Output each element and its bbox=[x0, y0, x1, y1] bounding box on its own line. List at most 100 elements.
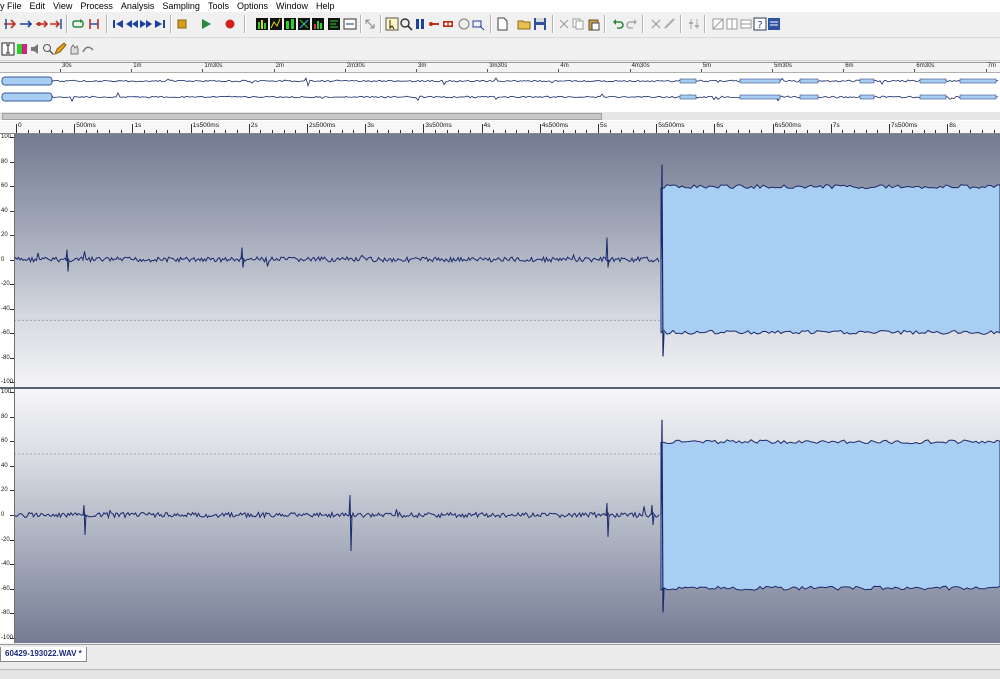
overview-loud-block bbox=[679, 94, 697, 100]
ruler-tick bbox=[423, 124, 425, 133]
time-ruler[interactable]: 0 500ms 1s 1s500ms 2s 2s500ms 3s 3s500ms 4s 4s500… bbox=[0, 121, 1000, 134]
envelope-tool-icon[interactable] bbox=[80, 41, 96, 57]
ruler-tick bbox=[714, 124, 716, 133]
overview-tick-label: 4m bbox=[560, 63, 569, 69]
ruler-label: 5s500ms bbox=[658, 122, 685, 129]
menu-item[interactable]: Process bbox=[76, 0, 117, 12]
stop-icon[interactable] bbox=[174, 16, 190, 32]
amplitude-label: 40 bbox=[1, 462, 8, 469]
overview-tick bbox=[843, 69, 845, 72]
ruler-minor-tick bbox=[493, 130, 495, 133]
ruler-minor-tick bbox=[272, 130, 273, 133]
ruler-tick bbox=[365, 124, 367, 133]
amplitude-tick bbox=[10, 161, 14, 163]
overview-panel[interactable]: 30s 1m 1m30s 2m 2m30s 3m 3m30s 4m 4m30s 5m 5m30s 6m… bbox=[0, 62, 1000, 122]
menu-item[interactable]: Sampling bbox=[158, 0, 204, 12]
ruler-minor-tick bbox=[621, 130, 623, 133]
menu-item[interactable]: Tools bbox=[204, 0, 233, 12]
ruler-minor-tick bbox=[376, 130, 378, 133]
mark-out-icon[interactable] bbox=[48, 16, 64, 32]
waveform-spike bbox=[82, 504, 87, 536]
new-file-icon[interactable] bbox=[494, 16, 510, 32]
ruler-minor-tick bbox=[632, 130, 634, 133]
overview-loud-block bbox=[799, 94, 819, 100]
mixer-icon[interactable] bbox=[686, 16, 702, 32]
play-icon[interactable] bbox=[198, 16, 214, 32]
ruler-minor-tick bbox=[982, 130, 983, 133]
ruler-minor-tick bbox=[225, 130, 227, 133]
record-marker-icon[interactable] bbox=[86, 16, 102, 32]
paste-icon[interactable] bbox=[586, 16, 602, 32]
move-right-icon[interactable] bbox=[18, 16, 34, 32]
ruler-label: 3s bbox=[367, 122, 375, 129]
waveform-spike bbox=[240, 247, 245, 268]
trim-icon[interactable] bbox=[662, 16, 678, 32]
menu-item[interactable]: y File bbox=[0, 0, 26, 12]
ruler-label: 4s500ms bbox=[541, 122, 569, 129]
amplitude-label: 60 bbox=[1, 183, 8, 189]
waveform-left bbox=[13, 164, 1000, 357]
ruler-minor-tick bbox=[586, 130, 588, 133]
channel-right[interactable]: 100 80 60 40 20 0 -20 -40 -60 -80 -100 bbox=[0, 389, 1000, 643]
record-input-icon[interactable] bbox=[440, 16, 456, 32]
waveform-quiet-section bbox=[13, 251, 660, 267]
overview-tick-label: 2m30s bbox=[346, 63, 365, 69]
overview-loud-block bbox=[799, 78, 819, 84]
snap-icon[interactable] bbox=[470, 16, 486, 32]
menu-item[interactable]: Help bbox=[312, 0, 339, 12]
record-icon[interactable] bbox=[222, 16, 238, 32]
amplitude-tick bbox=[10, 210, 14, 212]
amplitude-label: -40 bbox=[1, 305, 10, 312]
ruler-label: 1s bbox=[134, 122, 142, 129]
display-icon[interactable] bbox=[342, 16, 358, 32]
overview-loud-block bbox=[959, 94, 997, 100]
ruler-minor-tick bbox=[27, 130, 29, 133]
ruler-label: 8s bbox=[949, 122, 957, 129]
ruler-label: 3s500ms bbox=[425, 122, 452, 129]
redo-icon[interactable] bbox=[624, 16, 640, 32]
svg-text:?: ? bbox=[757, 20, 762, 31]
menu-item[interactable]: View bbox=[49, 0, 76, 12]
expand-icon[interactable] bbox=[362, 16, 378, 32]
menu-item[interactable]: Edit bbox=[26, 0, 50, 12]
open-file-icon[interactable] bbox=[516, 16, 532, 32]
waveform-quiet-section bbox=[13, 506, 660, 520]
loop-icon[interactable] bbox=[70, 16, 86, 32]
ruler-label: 0 bbox=[18, 122, 22, 129]
ruler-minor-tick bbox=[574, 130, 576, 133]
ruler-label: 4s bbox=[483, 122, 491, 129]
ruler-minor-tick bbox=[528, 130, 529, 133]
mark-in-icon[interactable] bbox=[2, 16, 18, 32]
ruler-tick bbox=[132, 124, 134, 133]
waveform-loud-section bbox=[660, 183, 1000, 335]
save-icon[interactable] bbox=[532, 16, 548, 32]
ruler-minor-tick bbox=[516, 130, 518, 133]
amplitude-tick bbox=[10, 613, 14, 615]
menu-item[interactable]: Window bbox=[272, 0, 312, 12]
overview-scroll-thumb[interactable] bbox=[2, 113, 602, 120]
overview-loud-block bbox=[919, 94, 947, 100]
overview-tick bbox=[629, 69, 631, 72]
menu-item[interactable]: Options bbox=[233, 0, 272, 12]
channel-left[interactable]: 100 80 60 40 20 0 -20 -40 -60 -80 -100 bbox=[0, 134, 1000, 387]
ruler-minor-tick bbox=[935, 130, 937, 133]
overview-selection[interactable] bbox=[1, 92, 53, 102]
vu-meter-icon[interactable] bbox=[310, 16, 326, 32]
file-tab[interactable]: 60429-193022.WAV * bbox=[0, 647, 87, 662]
overview-tick-label: 5m30s bbox=[774, 63, 793, 69]
ruler-label: 6s bbox=[716, 122, 724, 129]
ruler-tick bbox=[539, 124, 541, 133]
amplitude-label: 80 bbox=[1, 413, 8, 420]
copy-icon[interactable] bbox=[570, 16, 586, 32]
menu-item[interactable]: Analysis bbox=[117, 0, 159, 12]
go-end-icon[interactable] bbox=[152, 16, 168, 32]
waveform-spike bbox=[348, 494, 353, 552]
ruler-minor-tick bbox=[807, 130, 809, 133]
amplitude-label: 20 bbox=[1, 232, 8, 238]
ruler-minor-tick bbox=[400, 130, 401, 133]
amplitude-label: 80 bbox=[1, 158, 8, 165]
ruler-minor-tick bbox=[644, 130, 646, 133]
overview-selection[interactable] bbox=[1, 76, 53, 86]
properties-icon[interactable] bbox=[766, 16, 782, 32]
statistics-icon[interactable] bbox=[326, 16, 342, 32]
